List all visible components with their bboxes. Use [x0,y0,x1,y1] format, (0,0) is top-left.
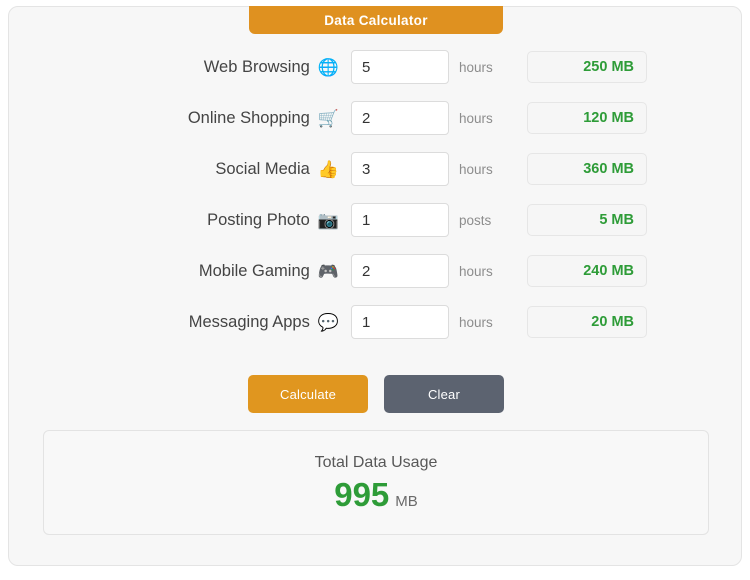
clear-button[interactable]: Clear [384,375,504,413]
data-calculator-card: Data Calculator Web Browsing 🌐 hours 250… [8,6,742,566]
result-web-browsing: 250 MB [527,51,647,83]
row-mobile-gaming: Mobile Gaming 🎮 hours 240 MB [9,253,743,289]
row-label-text: Posting Photo [207,210,310,229]
page-title: Data Calculator [249,6,503,34]
unit-mobile-gaming: hours [459,263,493,279]
input-social-media[interactable] [351,152,449,186]
row-label-web-browsing: Web Browsing 🌐 [9,58,339,77]
unit-messaging-apps: hours [459,314,493,330]
input-web-browsing[interactable] [351,50,449,84]
total-data-usage-value: 995 [334,476,390,513]
action-button-row: Calculate Clear [9,375,743,413]
result-posting-photo: 5 MB [527,204,647,236]
row-label-social-media: Social Media 👍 [9,160,339,179]
total-data-usage-panel: Total Data Usage 995 MB [43,430,709,535]
input-posting-photo[interactable] [351,203,449,237]
result-social-media: 360 MB [527,153,647,185]
input-messaging-apps[interactable] [351,305,449,339]
unit-online-shopping: hours [459,110,493,126]
calculator-rows: Web Browsing 🌐 hours 250 MB Online Shopp… [9,49,743,355]
result-mobile-gaming: 240 MB [527,255,647,287]
row-posting-photo: Posting Photo 📷 posts 5 MB [9,202,743,238]
speech-balloon-icon: 💬 [317,312,339,332]
total-data-usage-value-wrap: 995 MB [334,478,418,511]
row-web-browsing: Web Browsing 🌐 hours 250 MB [9,49,743,85]
camera-icon: 📷 [317,210,339,230]
unit-web-browsing: hours [459,59,493,75]
row-label-mobile-gaming: Mobile Gaming 🎮 [9,262,339,281]
result-messaging-apps: 20 MB [527,306,647,338]
row-messaging-apps: Messaging Apps 💬 hours 20 MB [9,304,743,340]
total-data-usage-label: Total Data Usage [314,454,438,471]
total-data-usage-unit: MB [395,493,418,510]
row-label-text: Messaging Apps [188,312,310,331]
row-label-posting-photo: Posting Photo 📷 [9,211,339,230]
row-label-text: Mobile Gaming [198,261,310,280]
input-mobile-gaming[interactable] [351,254,449,288]
page-title-text: Data Calculator [324,12,428,28]
input-online-shopping[interactable] [351,101,449,135]
row-label-online-shopping: Online Shopping 🛒 [9,109,339,128]
row-label-messaging-apps: Messaging Apps 💬 [9,313,339,332]
calculate-button[interactable]: Calculate [248,375,368,413]
thumbs-up-icon: 👍 [317,159,339,179]
globe-icon: 🌐 [317,57,339,77]
unit-posting-photo: posts [459,212,492,228]
unit-social-media: hours [459,161,493,177]
result-online-shopping: 120 MB [527,102,647,134]
row-label-text: Online Shopping [187,108,310,127]
game-controller-icon: 🎮 [317,261,339,281]
row-label-text: Social Media [215,159,310,178]
row-social-media: Social Media 👍 hours 360 MB [9,151,743,187]
row-online-shopping: Online Shopping 🛒 hours 120 MB [9,100,743,136]
row-label-text: Web Browsing [203,57,310,76]
shopping-cart-icon: 🛒 [317,108,339,128]
